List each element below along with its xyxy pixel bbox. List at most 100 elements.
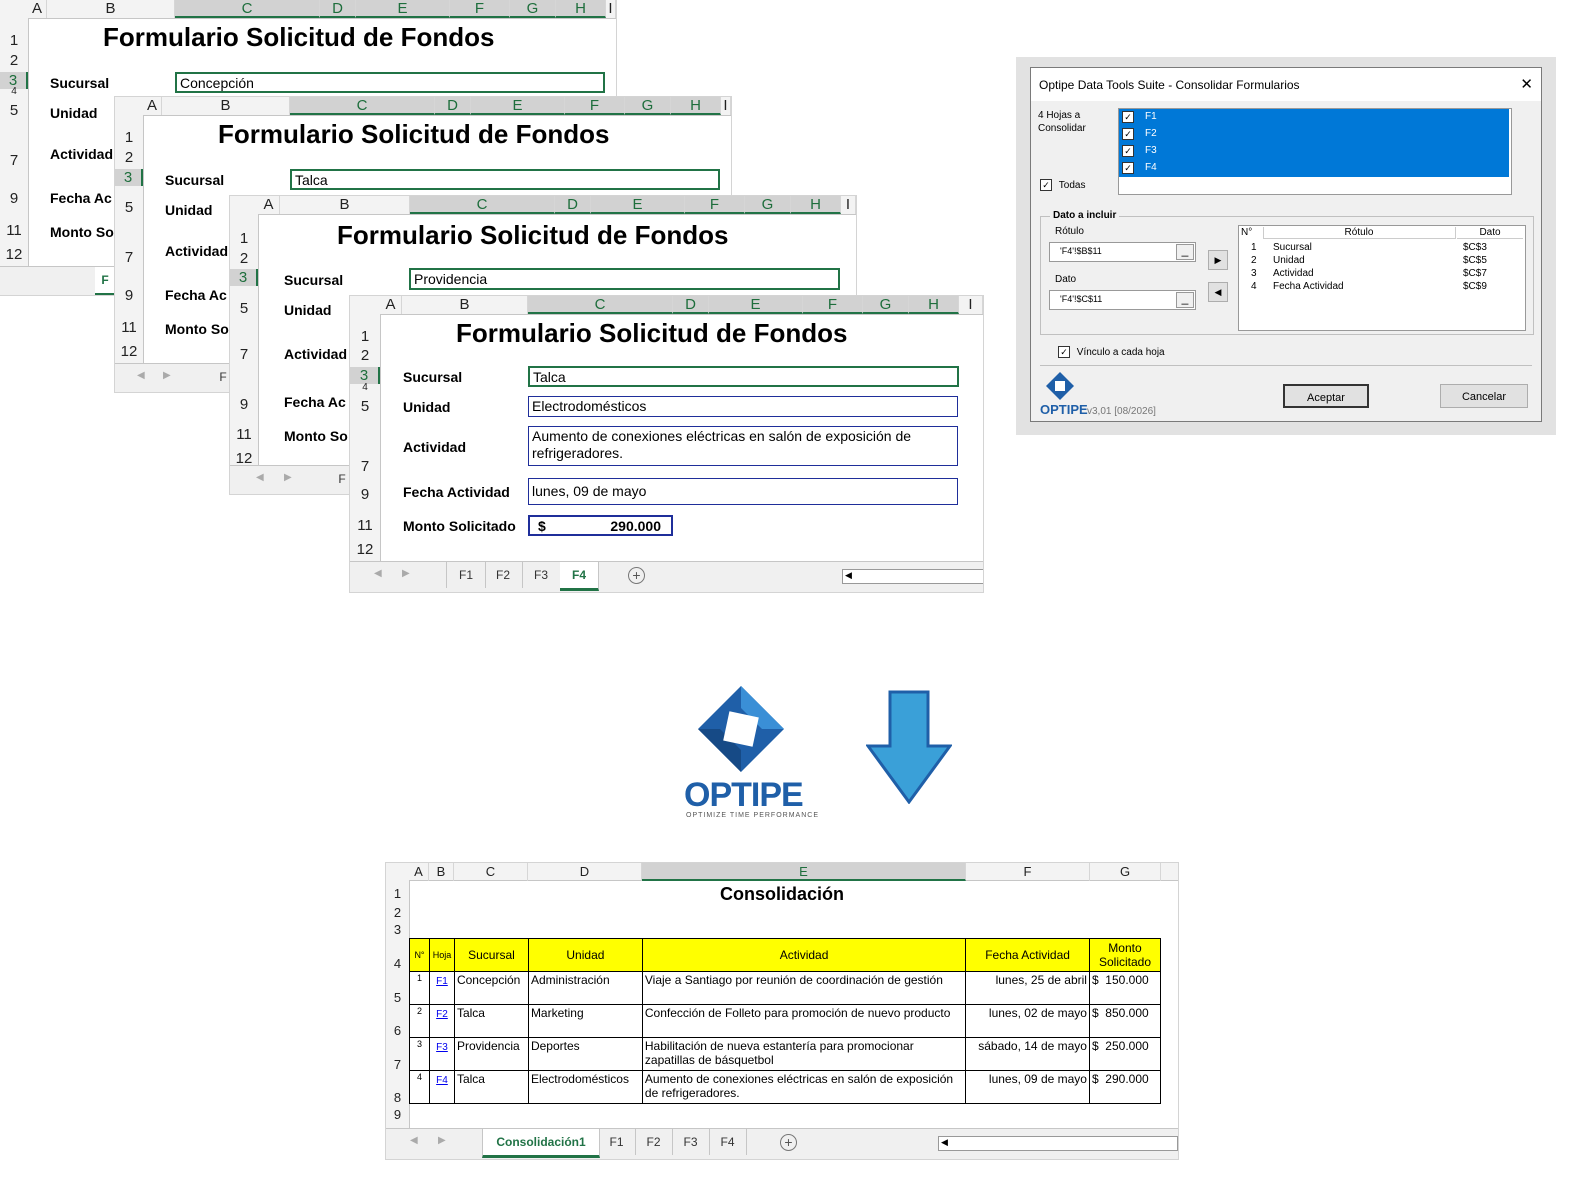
row-7[interactable]: 7 (0, 152, 28, 169)
remove-item-button[interactable]: ◀ (1208, 282, 1228, 302)
add-item-button[interactable]: ▶ (1208, 250, 1228, 270)
column-a[interactable]: A (258, 196, 280, 214)
dato-input[interactable]: 'F4'!$C$11 _ (1049, 290, 1196, 310)
add-sheet-icon[interactable]: + (780, 1134, 797, 1151)
column-d[interactable]: D (320, 0, 356, 18)
all-checkbox-row[interactable]: ✓ Todas (1040, 179, 1085, 191)
link-checkbox-row[interactable]: ✓ Vínculo a cada hoja (1058, 346, 1165, 358)
column-g[interactable]: G (1090, 863, 1161, 881)
row-12[interactable]: 12 (350, 541, 380, 558)
column-c[interactable]: C (175, 0, 320, 18)
row-3[interactable]: 3 (230, 269, 258, 286)
row-11[interactable]: 11 (0, 222, 28, 239)
row-3[interactable]: 3 (386, 922, 409, 937)
column-c[interactable]: C (410, 196, 555, 214)
row-7[interactable]: 7 (386, 1057, 409, 1072)
row-11[interactable]: 11 (350, 517, 380, 534)
row-6[interactable]: 6 (386, 1023, 409, 1038)
row-5[interactable]: 5 (386, 990, 409, 1005)
horizontal-scrollbar[interactable]: ◀ (938, 1136, 1178, 1151)
row-2[interactable]: 2 (230, 250, 258, 267)
scroll-right-icon[interactable]: ▶ (284, 472, 292, 483)
row-1[interactable]: 1 (386, 886, 409, 901)
row-2[interactable]: 2 (0, 52, 28, 69)
column-e[interactable]: E (642, 863, 966, 881)
sheet-link-f1[interactable]: F1 (436, 976, 448, 987)
column-i[interactable]: I (841, 196, 856, 214)
row-9[interactable]: 9 (230, 396, 258, 413)
tab-consolidacion1[interactable]: Consolidación1 (482, 1129, 600, 1158)
column-f[interactable]: F (685, 196, 745, 214)
row-9[interactable]: 9 (350, 486, 380, 503)
checkbox-f1[interactable]: ✓ (1122, 111, 1134, 123)
row-3[interactable]: 3 (115, 169, 143, 186)
sheet-link-f2[interactable]: F2 (436, 1009, 448, 1020)
column-i[interactable]: I (959, 296, 983, 314)
column-c[interactable]: C (454, 863, 528, 881)
sheet-item-f3[interactable]: ✓ F3 (1119, 143, 1509, 160)
column-f[interactable]: F (450, 0, 510, 18)
tab-f4[interactable]: F4 (560, 562, 599, 591)
row-2[interactable]: 2 (386, 905, 409, 920)
row-1[interactable]: 1 (115, 129, 143, 146)
row-5[interactable]: 5 (350, 398, 380, 415)
row-11[interactable]: 11 (230, 426, 258, 443)
row-12[interactable]: 12 (0, 246, 28, 263)
accept-button[interactable]: Aceptar (1283, 384, 1369, 408)
row-12[interactable]: 12 (115, 343, 143, 360)
tab-f3[interactable]: F3 (672, 1129, 710, 1155)
sucursal-cell[interactable]: Providencia (409, 268, 840, 290)
column-h[interactable]: H (671, 97, 721, 115)
checkbox-f4[interactable]: ✓ (1122, 162, 1134, 174)
list-header-dato[interactable]: Dato (1457, 227, 1523, 239)
checkbox-f3[interactable]: ✓ (1122, 145, 1134, 157)
row-9[interactable]: 9 (0, 190, 28, 207)
sheet-link-f4[interactable]: F4 (436, 1075, 448, 1086)
column-f[interactable]: F (565, 97, 625, 115)
tab-f3[interactable]: F3 (522, 562, 561, 588)
tab-f1[interactable]: F1 (598, 1129, 636, 1155)
checkbox-f2[interactable]: ✓ (1122, 128, 1134, 140)
cancel-button[interactable]: Cancelar (1440, 384, 1528, 408)
column-a[interactable]: A (380, 296, 402, 314)
list-item[interactable]: 1 Sucursal $C$3 (1239, 242, 1525, 254)
unidad-cell[interactable]: Electrodomésticos (528, 396, 958, 417)
column-h[interactable]: H (791, 196, 841, 214)
column-g[interactable]: G (745, 196, 791, 214)
sheet-item-f2[interactable]: ✓ F2 (1119, 126, 1509, 143)
row-5[interactable]: 5 (0, 102, 28, 119)
column-f[interactable]: F (966, 863, 1090, 881)
column-g[interactable]: G (625, 97, 671, 115)
sheet-item-f4[interactable]: ✓ F4 (1119, 160, 1509, 177)
scroll-left-icon[interactable]: ◀ (845, 570, 852, 581)
range-picker-icon[interactable]: _ (1176, 244, 1194, 260)
column-f[interactable]: F (803, 296, 863, 314)
column-b[interactable]: B (429, 863, 454, 881)
tab-f1[interactable]: F (95, 267, 116, 295)
tab-f2[interactable]: F2 (635, 1129, 673, 1155)
column-b[interactable]: B (402, 296, 528, 314)
checkbox-link[interactable]: ✓ (1058, 346, 1070, 358)
close-icon[interactable]: ✕ (1520, 75, 1533, 93)
tab-f4[interactable]: F4 (709, 1129, 747, 1155)
list-header-rotulo[interactable]: Rótulo (1263, 227, 1456, 239)
scroll-left-icon[interactable]: ◀ (410, 1135, 418, 1146)
row-7[interactable]: 7 (350, 458, 380, 475)
add-sheet-icon[interactable]: + (628, 567, 645, 584)
row-1[interactable]: 1 (350, 328, 380, 345)
column-e[interactable]: E (471, 97, 565, 115)
sheet-item-f1[interactable]: ✓ F1 (1119, 109, 1509, 126)
list-header-n[interactable]: N° (1239, 227, 1264, 238)
scroll-right-icon[interactable]: ▶ (438, 1135, 446, 1146)
column-h[interactable]: H (556, 0, 606, 18)
scroll-right-icon[interactable]: ▶ (163, 370, 171, 381)
column-h[interactable]: H (909, 296, 959, 314)
range-picker-icon[interactable]: _ (1176, 292, 1194, 308)
column-g[interactable]: G (510, 0, 556, 18)
sheet-listbox[interactable]: ✓ F1 ✓ F2 ✓ F3 ✓ F4 (1118, 108, 1512, 195)
tab-f1[interactable]: F (334, 466, 351, 492)
checkbox-all[interactable]: ✓ (1040, 179, 1052, 191)
row-5[interactable]: 5 (230, 300, 258, 317)
sheet-link-f3[interactable]: F3 (436, 1042, 448, 1053)
column-a[interactable]: A (409, 863, 429, 881)
